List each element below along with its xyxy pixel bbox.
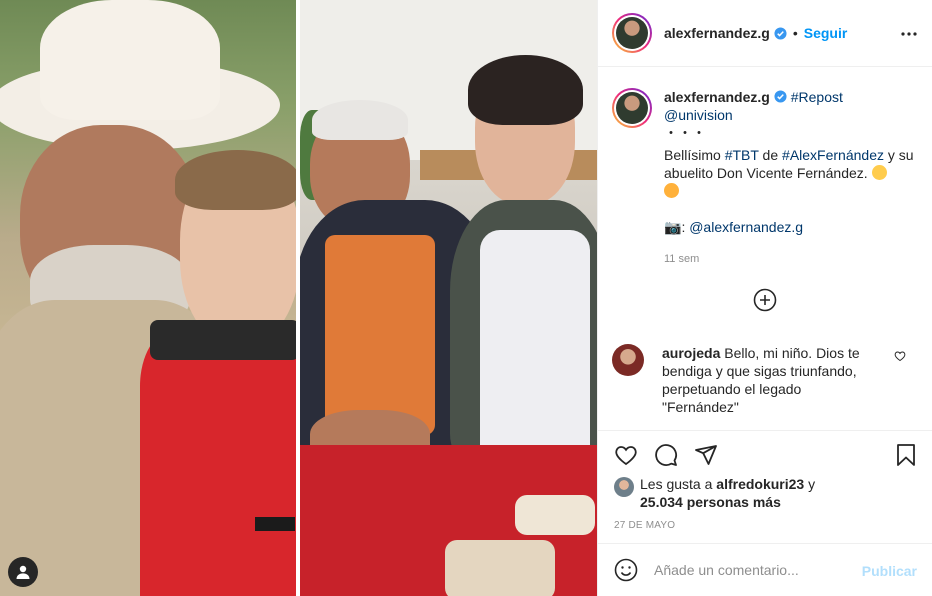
comments-section[interactable]: alexfernandez.g #Repost @univision ・・・ B… bbox=[598, 68, 932, 430]
caption-dots: ・・・ bbox=[664, 125, 706, 141]
caption-avatar[interactable] bbox=[612, 88, 652, 128]
post-actions: Les gusta a alfredokuri23 y 25.034 perso… bbox=[598, 430, 932, 542]
commenter-username[interactable]: aurojeda bbox=[662, 345, 720, 361]
hashtag-tbt[interactable]: #TBT bbox=[725, 147, 759, 163]
liker-username[interactable]: alfredokuri23 bbox=[716, 476, 804, 492]
post-date[interactable]: 27 DE MAYO bbox=[614, 520, 675, 531]
paper-plane-icon[interactable] bbox=[694, 443, 718, 467]
heart-eyes-emoji-icon bbox=[664, 183, 679, 198]
camera-emoji-icon: 📷 bbox=[664, 219, 682, 235]
comment-like-heart-icon[interactable] bbox=[894, 350, 906, 362]
comment-item: aurojeda Bello, mi niño. Dios te bendiga… bbox=[612, 344, 922, 416]
add-comment-bar: Publicar bbox=[598, 543, 932, 596]
mention-univision[interactable]: @univision bbox=[664, 107, 733, 123]
smile-icon[interactable] bbox=[614, 558, 638, 582]
post-comment-button[interactable]: Publicar bbox=[862, 563, 917, 579]
caption-text-de: de bbox=[758, 147, 783, 163]
caption-username[interactable]: alexfernandez.g bbox=[664, 89, 770, 105]
bookmark-icon[interactable] bbox=[894, 443, 918, 467]
post-caption: alexfernandez.g #Repost @univision ・・・ B… bbox=[612, 88, 922, 268]
caption-timestamp[interactable]: 11 sem bbox=[664, 250, 919, 268]
verified-badge-icon bbox=[774, 90, 787, 103]
post-header: alexfernandez.g • Seguir bbox=[598, 0, 932, 67]
verified-badge-icon bbox=[774, 26, 787, 40]
heart-icon[interactable] bbox=[614, 443, 638, 467]
ellipsis-icon[interactable] bbox=[899, 24, 919, 44]
header-separator: • bbox=[792, 25, 798, 41]
likes-middle: y bbox=[804, 476, 816, 492]
author-avatar[interactable] bbox=[612, 13, 652, 53]
plus-circle-icon[interactable] bbox=[753, 288, 777, 312]
follow-button[interactable]: Seguir bbox=[804, 25, 848, 41]
author-username[interactable]: alexfernandez.g bbox=[664, 25, 770, 41]
photo-grandfather-and-grandson bbox=[300, 0, 597, 596]
mention-alexfernandez[interactable]: @alexfernandez.g bbox=[689, 219, 803, 235]
comment-input[interactable] bbox=[654, 562, 854, 578]
hashtag-alexfernandez[interactable]: #AlexFernández bbox=[782, 147, 884, 163]
likes-prefix: Les gusta a bbox=[640, 476, 717, 492]
photo-grandfather-and-baby bbox=[0, 0, 296, 596]
commenter-avatar[interactable] bbox=[612, 344, 644, 376]
likes-summary: Les gusta a alfredokuri23 y 25.034 perso… bbox=[614, 475, 830, 511]
hashtag-repost[interactable]: #Repost bbox=[791, 89, 843, 105]
caption-text-prefix: Bellísimo bbox=[664, 147, 725, 163]
smiling-face-emoji-icon bbox=[871, 165, 887, 180]
comment-icon[interactable] bbox=[654, 443, 678, 467]
post-media[interactable] bbox=[0, 0, 597, 596]
post-details-panel: alexfernandez.g • Seguir alexfernandez.g… bbox=[597, 0, 932, 596]
user-tag-icon[interactable] bbox=[8, 557, 38, 587]
liker-avatar[interactable] bbox=[614, 477, 634, 497]
likes-count[interactable]: 25.034 personas más bbox=[640, 494, 781, 510]
